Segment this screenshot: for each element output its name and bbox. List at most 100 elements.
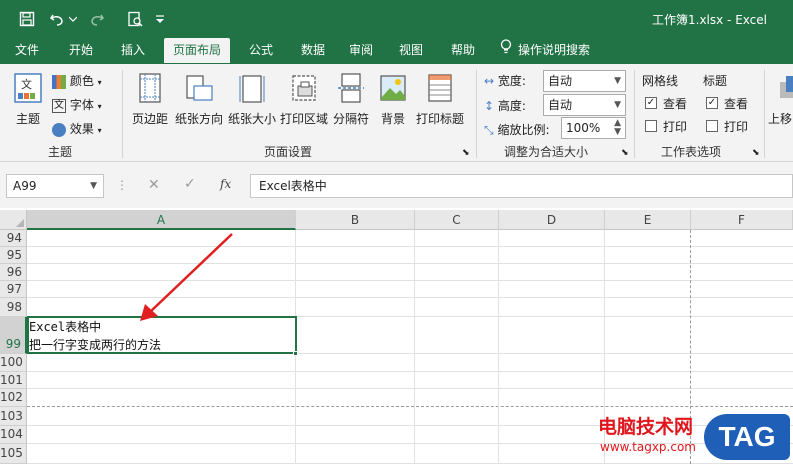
breaks-button[interactable]: 分隔符 [331,72,371,127]
effects-label: 效果 [69,122,94,136]
tab-view[interactable]: 视图 [388,38,434,64]
group-divider [122,70,123,158]
fonts-icon: 文 [52,98,66,113]
fonts-button[interactable]: 文 字体 ▾ [52,96,102,113]
ribbon: 文 主题 颜色 ▾ 文 字体 ▾ 效果 ▾ 主题 页边距 纸张方向 纸张大小 打… [0,64,793,162]
tab-page-layout[interactable]: 页面布局 [164,38,230,64]
gridlines-title: 网格线 [642,74,679,88]
svg-text:文: 文 [21,77,32,91]
lightbulb-icon [500,38,512,63]
ribbon-tabs: 文件 开始 插入 页面布局 公式 数据 审阅 视图 帮助 操作说明搜索 [0,38,793,64]
page-setup-group-label: 页面设置 [264,145,313,159]
tab-home[interactable]: 开始 [58,38,104,64]
paper-size-icon [237,72,267,104]
breaks-label: 分隔符 [332,112,369,126]
gridlines-view-checkbox[interactable]: ✓ [645,97,657,109]
theme-group-label: 主题 [48,145,73,159]
page-setup-dialog-launcher-icon[interactable]: ⬊ [462,148,470,158]
gridlines-print-checkbox[interactable] [645,120,657,132]
scale-icon: ⤡ [484,123,494,137]
effects-icon [52,122,66,137]
undo-dropdown-icon[interactable] [68,9,78,29]
width-icon: ↔ [484,74,495,88]
margins-icon [135,72,165,104]
excel-window: 工作簿1.xlsx - Excel 文件 开始 插入 页面布局 公式 数据 审阅… [0,0,793,464]
insert-function-icon[interactable]: fx [220,177,231,191]
group-divider [764,70,765,158]
name-box[interactable]: A99 ▼ [6,174,104,198]
save-icon[interactable] [16,9,38,29]
themes-icon: 文 [13,72,43,104]
themes-button[interactable]: 文 主题 [8,72,48,127]
height-dropdown[interactable]: 自动 ▼ [543,94,626,116]
headings-view-checkbox[interactable]: ✓ [706,97,718,109]
gridlines-print-label: 打印 [663,120,688,134]
headings-title: 标题 [703,74,728,88]
undo-icon[interactable] [46,9,68,29]
width-chevron-down-icon: ▼ [614,76,621,86]
colors-button[interactable]: 颜色 ▾ [52,72,102,89]
watermark-site-name: 电脑技术网 [598,416,694,438]
worksheet-grid[interactable]: A B C D E F 94 95 96 97 98 99 100 101 10… [0,208,793,464]
print-area-button[interactable]: 打印区域 [279,72,329,127]
watermark-url: www.tagxp.com [600,440,696,454]
group-divider [476,70,477,158]
height-label: ↕ 高度: [484,99,526,113]
print-titles-button[interactable]: 打印标题 [414,72,466,127]
watermark-tag-badge: TAG [704,414,790,460]
tab-file[interactable]: 文件 [4,38,50,64]
effects-button[interactable]: 效果 ▾ [52,120,102,137]
fonts-label: 字体 [69,98,94,112]
tab-data[interactable]: 数据 [290,38,336,64]
title-bar: 工作簿1.xlsx - Excel [0,0,793,38]
tab-insert[interactable]: 插入 [110,38,156,64]
tab-review[interactable]: 审阅 [338,38,384,64]
print-area-icon [289,72,319,104]
tab-help[interactable]: 帮助 [440,38,486,64]
tab-tell-me[interactable]: 操作说明搜索 [500,38,610,64]
orientation-button[interactable]: 纸张方向 [174,72,224,127]
print-preview-icon[interactable] [124,9,146,29]
formula-input[interactable]: Excel表格中 [250,174,793,198]
size-button[interactable]: 纸张大小 [227,72,277,127]
sheet-options-group-label: 工作表选项 [661,145,722,159]
bring-forward-label: 上移 [768,112,793,126]
headings-print-checkbox[interactable] [706,120,718,132]
headings-view-label: 查看 [724,97,749,111]
size-label: 纸张大小 [227,112,276,126]
formula-bar-grip-icon: ⋮ [116,178,128,192]
tab-formulas[interactable]: 公式 [238,38,284,64]
scale-spin-icon: ▲ ▼ [614,118,621,137]
background-button[interactable]: 背景 [374,72,412,127]
headings-print-label: 打印 [724,120,749,134]
margins-button[interactable]: 页边距 [128,72,172,127]
scale-dialog-launcher-icon[interactable]: ⬊ [621,148,629,158]
gridlines-view-label: 查看 [663,97,688,111]
tell-me-label: 操作说明搜索 [518,43,591,57]
height-chevron-down-icon: ▼ [614,100,621,110]
themes-label: 主题 [15,112,40,126]
scale-label: ⤡ 缩放比例: [484,123,550,137]
colors-label: 颜色 [69,74,94,88]
bring-forward-icon [776,72,793,104]
background-icon [378,72,408,104]
enter-check-icon[interactable]: ✓ [184,176,196,192]
customize-quick-access-icon[interactable] [152,9,168,29]
redo-icon[interactable] [86,9,108,29]
print-titles-icon [425,72,455,104]
breaks-icon [336,72,366,104]
formula-bar: A99 ▼ ⋮ ✕ ✓ fx Excel表格中 [0,162,793,208]
watermark: 电脑技术网 www.tagxp.com TAG [598,412,793,464]
colors-icon [52,74,66,89]
colors-chevron-down-icon: ▾ [97,78,102,87]
sheet-options-dialog-launcher-icon[interactable]: ⬊ [752,148,760,158]
bring-forward-button[interactable]: 上移 [768,72,793,127]
margins-label: 页边距 [131,112,168,126]
cancel-icon[interactable]: ✕ [148,177,160,193]
name-box-chevron-down-icon[interactable]: ▼ [90,175,97,197]
width-dropdown[interactable]: 自动 ▼ [543,70,626,92]
scale-to-fit-group-label: 调整为合适大小 [504,145,589,159]
fonts-chevron-down-icon: ▾ [97,102,102,111]
orientation-label: 纸张方向 [174,112,223,126]
scale-spinner[interactable]: 100% ▲ ▼ [561,117,626,139]
